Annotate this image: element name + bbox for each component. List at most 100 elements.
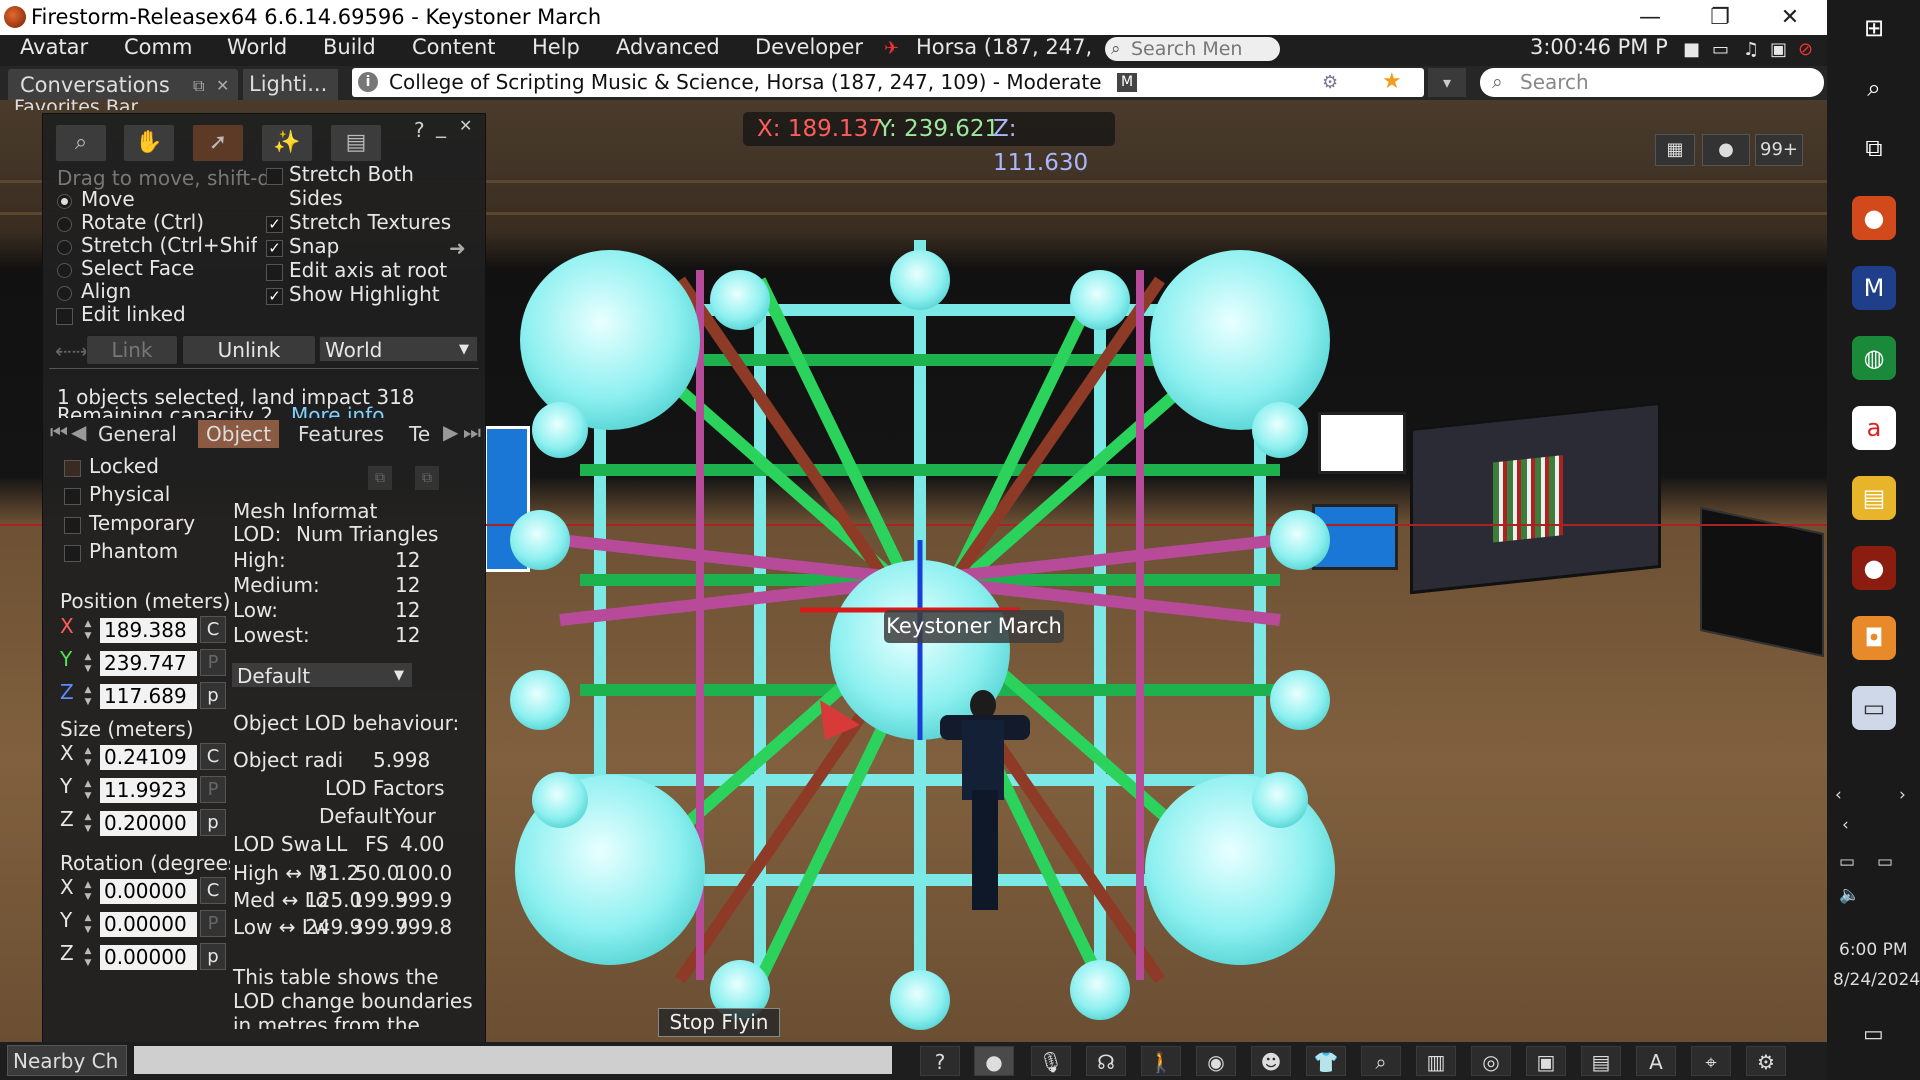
edit-linked-checkbox[interactable]: [56, 308, 73, 325]
menu-advanced[interactable]: Advanced: [616, 35, 720, 59]
ao-icon[interactable]: A: [1636, 1046, 1676, 1076]
tab-next-icon[interactable]: ▶: [443, 420, 458, 444]
chat-bubble-icon[interactable]: ●: [1702, 134, 1750, 166]
tray-expand-icon[interactable]: ‹: [1842, 815, 1849, 835]
wall-screen[interactable]: [1410, 401, 1661, 595]
undock-icon[interactable]: ⧉: [193, 69, 204, 102]
windows-search-icon[interactable]: ⌕: [1852, 66, 1896, 110]
help-icon[interactable]: ?: [920, 1046, 960, 1076]
phantom-checkbox[interactable]: [64, 545, 81, 562]
create-tool-button[interactable]: ✨: [261, 124, 313, 162]
size-y-stepper[interactable]: ▲ ▼: [81, 778, 95, 803]
rotation-y-stepper[interactable]: ▲ ▼: [81, 912, 95, 937]
search-menus-input[interactable]: ⌕ Search Men: [1105, 37, 1280, 61]
land-tool-button[interactable]: ▤: [330, 124, 382, 162]
rotation-x-input[interactable]: 0.00000: [100, 879, 197, 904]
settings-icon[interactable]: ⚙: [1746, 1046, 1786, 1076]
windows-start-icon[interactable]: ⊞: [1852, 6, 1896, 50]
notification-count[interactable]: 99+: [1755, 134, 1803, 166]
notifications-icon[interactable]: ▭: [1863, 1022, 1884, 1047]
favorites-bar-label[interactable]: Favorites Bar: [14, 96, 138, 110]
tab-close-icon[interactable]: ✕: [216, 69, 229, 102]
view-eye-icon[interactable]: ◉: [1196, 1046, 1236, 1076]
location-input[interactable]: i College of Scripting Music & Science, …: [352, 68, 1424, 97]
move-icon[interactable]: 🚶: [1141, 1046, 1181, 1076]
camera-icon[interactable]: ■: [1683, 39, 1700, 60]
scroll-left-icon[interactable]: ‹: [1835, 785, 1842, 805]
tab-prev-icon[interactable]: ◀: [71, 420, 86, 444]
tab-features[interactable]: Features: [298, 420, 384, 448]
menu-avatar[interactable]: Avatar: [20, 35, 88, 59]
display-icon[interactable]: ▭: [1877, 852, 1893, 872]
temporary-checkbox[interactable]: [64, 517, 81, 534]
position-z-stepper[interactable]: ▲ ▼: [81, 684, 95, 709]
size-y-input[interactable]: 11.9923: [100, 778, 197, 803]
device-app-icon[interactable]: ▭: [1852, 686, 1896, 730]
size-z-stepper[interactable]: ▲ ▼: [81, 811, 95, 836]
position-y-stepper[interactable]: ▲ ▼: [81, 651, 95, 676]
orange-app-icon[interactable]: ◘: [1852, 616, 1896, 660]
help-button[interactable]: ?: [414, 118, 425, 142]
more-info-link[interactable]: More info: [291, 403, 384, 418]
floater-close-button[interactable]: ✕: [459, 116, 472, 135]
network-icon[interactable]: ▭: [1839, 852, 1855, 872]
microphone-icon[interactable]: 🎙: [1031, 1046, 1071, 1076]
grid-options-arrow-icon[interactable]: ➜: [449, 236, 466, 260]
paste-rotation-button[interactable]: P: [200, 910, 226, 937]
people-icon[interactable]: ☻: [1251, 1046, 1291, 1076]
snap-checkbox[interactable]: ✓: [266, 240, 283, 257]
align-radio[interactable]: [57, 286, 72, 301]
taskbar-date[interactable]: 8/24/2024: [1833, 970, 1920, 990]
tab-general[interactable]: General: [98, 420, 177, 448]
rotation-x-stepper[interactable]: ▲ ▼: [81, 879, 95, 904]
paste-size-z-button[interactable]: p: [200, 809, 226, 836]
tab-last-icon[interactable]: ⏭: [463, 420, 481, 444]
rotation-y-input[interactable]: 0.00000: [100, 912, 197, 937]
size-x-stepper[interactable]: ▲ ▼: [81, 745, 95, 770]
snapshot-icon[interactable]: ▣: [1526, 1046, 1566, 1076]
reference-frame-dropdown[interactable]: World ▼: [319, 336, 478, 362]
stretch-textures-checkbox[interactable]: ✓: [266, 216, 283, 233]
stretch-radio[interactable]: [57, 240, 72, 255]
floater-minimize-button[interactable]: _: [436, 114, 446, 138]
copy-params-icon[interactable]: ⧉: [368, 466, 392, 490]
menu-build[interactable]: Build: [323, 35, 376, 59]
menu-developer[interactable]: Developer: [755, 35, 863, 59]
menu-help[interactable]: Help: [532, 35, 580, 59]
favorite-star-icon[interactable]: ★: [1382, 67, 1402, 96]
green-app-icon[interactable]: ◍: [1852, 336, 1896, 380]
edit-axis-root-checkbox[interactable]: [266, 264, 283, 281]
media-icon[interactable]: ▣: [1770, 39, 1787, 60]
physical-checkbox[interactable]: [64, 488, 81, 505]
map-icon[interactable]: ▥: [1416, 1046, 1456, 1076]
tab-lighting[interactable]: Lighti...: [243, 69, 338, 100]
tab-object[interactable]: Object: [198, 420, 280, 448]
menu-world[interactable]: World: [227, 35, 287, 59]
chat-input[interactable]: [134, 1046, 892, 1074]
size-x-input[interactable]: 0.24109: [100, 745, 197, 770]
location-readout[interactable]: Horsa (187, 247,: [916, 35, 1092, 59]
tab-first-icon[interactable]: ⏮: [50, 420, 68, 444]
avatar-legs[interactable]: [972, 790, 998, 910]
position-x-input[interactable]: 189.388: [100, 618, 197, 643]
menu-comm[interactable]: Comm: [124, 35, 192, 59]
paste-params-icon[interactable]: ⧉: [415, 466, 439, 490]
rotation-z-input[interactable]: 0.00000: [100, 945, 197, 970]
focus-tool-button[interactable]: ⌕: [55, 124, 107, 162]
voice-muted-icon[interactable]: ⊘: [1798, 39, 1813, 60]
size-z-input[interactable]: 0.20000: [100, 811, 197, 836]
edit-tool-button[interactable]: ➚: [192, 124, 244, 162]
volume-icon[interactable]: 🔈: [1839, 885, 1860, 905]
taskbar-time[interactable]: 6:00 PM: [1839, 940, 1908, 960]
unlink-button[interactable]: Unlink: [182, 335, 316, 365]
firestorm-taskbar-icon[interactable]: ●: [1852, 546, 1896, 590]
wall-board[interactable]: [1700, 506, 1824, 658]
app-m-icon[interactable]: M: [1852, 266, 1896, 310]
scroll-right-icon[interactable]: ›: [1899, 785, 1906, 805]
conversations-icon[interactable]: ●: [974, 1046, 1014, 1076]
minimap-icon[interactable]: ▦: [1655, 134, 1695, 166]
stop-flying-button[interactable]: Stop Flyin: [658, 1008, 780, 1037]
paste-position-z-button[interactable]: p: [200, 682, 226, 709]
avatar-body[interactable]: [962, 720, 1004, 800]
position-y-input[interactable]: 239.747: [100, 651, 197, 676]
